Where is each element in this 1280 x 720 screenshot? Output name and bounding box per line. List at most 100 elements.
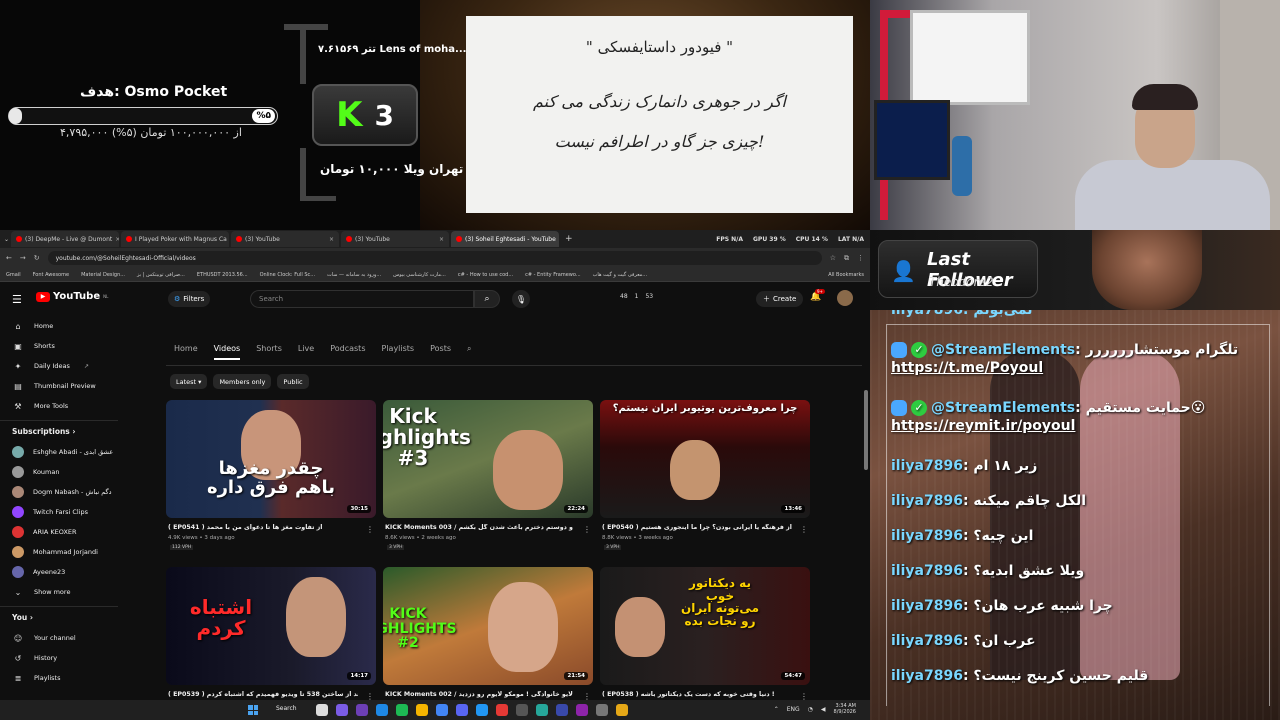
subscription-item[interactable]: Eshghe Abadi - عشق ابدی	[0, 442, 118, 462]
channel-search-icon[interactable]: ⌕	[467, 344, 471, 354]
bookmark-item[interactable]: Gmail	[6, 272, 21, 278]
close-tab-icon[interactable]: ×	[115, 236, 119, 243]
video-title[interactable]: KICK Moments 002 / لایو خانوادگی ! مومکو…	[385, 691, 575, 698]
menu-dots-icon[interactable]: ⋮	[857, 254, 864, 262]
subscription-item[interactable]: Ayeene23	[0, 562, 118, 582]
sidebar-item[interactable]: ✦ Daily Ideas ↗	[0, 356, 118, 376]
video-card[interactable]: چقدر مغزها باهم فرق داره 30:15 ( EP0541 ) …	[166, 400, 376, 550]
chat-link[interactable]: https://t.me/Poyoul	[891, 360, 1238, 376]
filters-button[interactable]: ⚙ Filters	[168, 291, 211, 307]
app-icon[interactable]	[576, 704, 588, 716]
bookmark-item[interactable]: All Bookmarks	[828, 272, 864, 278]
back-icon[interactable]: ←	[6, 254, 12, 262]
video-card[interactable]: Kick Highlights #3 22:24 KICK Moments 003 …	[383, 400, 593, 550]
folder-icon[interactable]	[616, 704, 628, 716]
video-title[interactable]: KICK Moments 003 / پدرم و دوستم دخترم با…	[385, 524, 575, 531]
bookmark-item[interactable]: Online Clock: Full Sc...	[260, 272, 315, 278]
channel-tab[interactable]: Home	[174, 344, 198, 353]
channel-tab[interactable]: Shorts	[256, 344, 282, 353]
app-icon[interactable]	[596, 704, 608, 716]
subscription-item[interactable]: Mohammad Jorjandi	[0, 542, 118, 562]
channel-tab[interactable]: Live	[298, 344, 314, 353]
video-thumbnail[interactable]: KICK HIGHLIGHTS #2 21:54	[383, 567, 593, 685]
tab-list-icon[interactable]: ⌄	[4, 236, 9, 243]
reload-icon[interactable]: ↻	[34, 254, 40, 262]
more-options-icon[interactable]: ⋮	[366, 525, 374, 534]
video-thumbnail[interactable]: Kick Highlights #3 22:24	[383, 400, 593, 518]
clock[interactable]: 3:34 AM 8/9/2026	[834, 703, 856, 715]
filter-chip[interactable]: Public	[277, 374, 309, 389]
bookmark-item[interactable]: ETHUSDT 2013.56...	[197, 272, 248, 278]
forward-icon[interactable]: →	[20, 254, 26, 262]
video-thumbnail[interactable]: اشتباه کردم 14:17	[166, 567, 376, 685]
sidebar-item[interactable]: ▣ Shorts	[0, 336, 118, 356]
language-indicator[interactable]: ENG	[787, 706, 800, 713]
sidebar-item[interactable]: ▤ Thumbnail Preview	[0, 376, 118, 396]
tray-chevron-icon[interactable]: ⌃	[774, 706, 779, 713]
browser-tab[interactable]: (3) YouTube ×	[231, 231, 340, 247]
sidebar-item[interactable]: ☺ Your channel	[0, 628, 118, 648]
app-icon[interactable]	[536, 704, 548, 716]
wifi-icon[interactable]: ◔	[808, 706, 813, 713]
video-thumbnail[interactable]: چرا معروف‌ترین یوتیوبر ایران نیستم؟ 13:46	[600, 400, 810, 518]
extensions-icon[interactable]: ⧉	[844, 254, 849, 263]
bookmark-item[interactable]: مارت کارشناسی بیوس...	[393, 272, 446, 278]
video-title[interactable]: ( EP0539 ) بعد از ساختن 538 تا ویدیو فهم…	[168, 691, 358, 698]
visual-studio-icon[interactable]	[356, 704, 368, 716]
sidebar-item[interactable]: ⚒ More Tools	[0, 396, 118, 416]
close-tab-icon[interactable]: ×	[439, 236, 444, 243]
app-icon[interactable]	[556, 704, 568, 716]
taskbar-search[interactable]: Search	[276, 705, 297, 712]
ext-stat[interactable]: 1	[635, 293, 639, 300]
url-field[interactable]: youtube.com/@SoheilEghtesadi-Official/vi…	[47, 251, 822, 265]
sidebar-item[interactable]: ↺ History	[0, 648, 118, 668]
more-options-icon[interactable]: ⋮	[583, 525, 591, 534]
voice-search-button[interactable]: 🎙	[512, 290, 530, 308]
bookmark-item[interactable]: Material Design...	[81, 272, 125, 278]
start-button[interactable]	[248, 705, 258, 715]
channel-tab[interactable]: Podcasts	[330, 344, 365, 353]
bookmark-item[interactable]: c# - How to use cod...	[458, 272, 513, 278]
video-card[interactable]: چرا معروف‌ترین یوتیوبر ایران نیستم؟ 13:46…	[600, 400, 810, 550]
create-button[interactable]: ＋ Create	[756, 291, 804, 307]
file-icon[interactable]	[316, 704, 328, 716]
browser-tab[interactable]: (3) DeepMe - Live @ Dumont ×	[11, 231, 120, 247]
channel-tab[interactable]: Videos	[213, 344, 241, 360]
ext-stat[interactable]: 48	[620, 293, 628, 300]
video-title[interactable]: ( EP0538 ) دنیا وقتی خوبه که دست یک دیکت…	[602, 691, 792, 698]
video-title[interactable]: ( EP0541 ) از تفاوت مغز ها تا دعوای من ب…	[168, 524, 358, 531]
sidebar-item[interactable]: ⌂ Home	[0, 316, 118, 336]
obs-icon[interactable]	[516, 704, 528, 716]
video-thumbnail[interactable]: یه دیکتاتور خوب می‌تونه ایران رو نجات بد…	[600, 567, 810, 685]
bookmark-item[interactable]: c# - Entity Framewo...	[525, 272, 581, 278]
bookmark-item[interactable]: Font Awesome	[33, 272, 69, 278]
app-icon[interactable]	[336, 704, 348, 716]
telegram-icon[interactable]	[476, 704, 488, 716]
video-card[interactable]: KICK HIGHLIGHTS #2 21:54 KICK Moments 002 …	[383, 567, 593, 717]
scrollbar[interactable]	[864, 390, 868, 470]
volume-icon[interactable]: ◀	[821, 706, 826, 713]
video-thumbnail[interactable]: چقدر مغزها باهم فرق داره 30:15	[166, 400, 376, 518]
subscription-item[interactable]: Kouman	[0, 462, 118, 482]
chat-link[interactable]: https://reymit.ir/poyoul	[891, 418, 1205, 434]
browser-tab[interactable]: (3) Soheil Eghtesadi - YouTube×	[451, 231, 560, 247]
avatar[interactable]	[837, 290, 853, 306]
hamburger-menu-icon[interactable]: ☰	[12, 293, 22, 306]
you-header[interactable]: You ›	[0, 606, 118, 628]
subscription-item[interactable]: ARIA KEOXER	[0, 522, 118, 542]
bookmark-item[interactable]: ورود به سامانه — سات...	[327, 272, 381, 278]
subscriptions-header[interactable]: Subscriptions ›	[0, 420, 118, 442]
browser-tab[interactable]: (3) YouTube ×	[341, 231, 450, 247]
discord-icon[interactable]	[456, 704, 468, 716]
channel-tab[interactable]: Posts	[430, 344, 451, 353]
star-icon[interactable]: ☆	[830, 254, 836, 262]
filter-chip[interactable]: Members only	[213, 374, 272, 389]
subscription-item[interactable]: Dogm Nabash - دگم نباش	[0, 482, 118, 502]
close-tab-icon[interactable]: ×	[329, 236, 334, 243]
subscription-item[interactable]: Twitch Farsi Clips	[0, 502, 118, 522]
channel-tab[interactable]: Playlists	[382, 344, 415, 353]
video-card[interactable]: اشتباه کردم 14:17 ( EP0539 ) بعد از ساختن …	[166, 567, 376, 717]
browser-tab[interactable]: I Played Poker with Magnus Ca×	[121, 231, 230, 247]
video-title[interactable]: ( EP0540 ) مشکل از فرهنگه یا ایرانی بودن…	[602, 524, 792, 531]
ext-stat[interactable]: 53	[645, 293, 653, 300]
